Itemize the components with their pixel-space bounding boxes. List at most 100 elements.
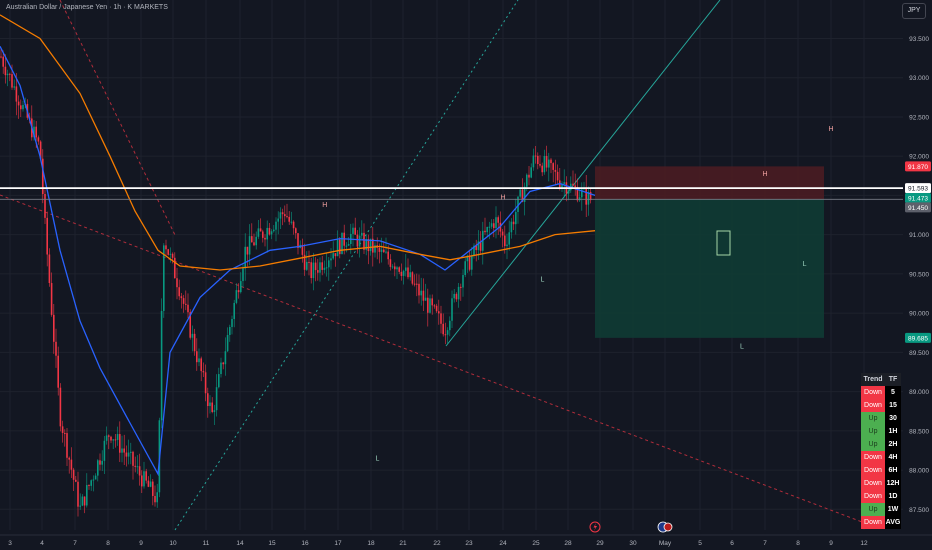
candle-body [486,226,488,233]
candle-body [15,86,18,102]
candle-body [574,185,576,188]
candle-body [4,66,7,76]
candle-body [438,311,440,314]
candle-body [532,155,535,168]
candle-body [231,319,233,327]
trend-value: Down [861,477,885,490]
candle-body [90,480,92,486]
candle-body [200,358,202,372]
candle-body [233,302,235,320]
candle-body [281,212,284,215]
take-profit-zone [595,199,824,338]
candle-body [554,169,557,172]
candle-body [431,298,433,306]
timeframe-value: AVG [885,516,901,529]
flag-icon [657,521,673,533]
candle-body [427,297,429,313]
candle-body [451,298,453,321]
candle-body [288,216,290,222]
candle-body [70,459,73,470]
candle-body [57,355,59,388]
candle-body [407,267,409,278]
candle-body [567,190,570,194]
time-tick-label: 24 [499,540,507,547]
candle-body [539,164,541,166]
candle-body [389,259,392,267]
candle-body [262,231,264,238]
time-tick-label: 7 [763,540,767,547]
timeframe-value: 12H [885,477,901,490]
candle-body [222,362,224,365]
time-tick-label: 30 [629,540,637,547]
candle-body [61,426,64,433]
candle-body [328,260,330,268]
candle-body [240,281,242,293]
candle-body [457,286,460,300]
swing-label: L [540,277,544,284]
candle-body [9,73,11,75]
candle-body [44,193,46,218]
candle-body [191,333,194,338]
candle-body [418,283,420,296]
candle-body [259,228,262,232]
candle-body [460,286,462,288]
trend-row: Down 6H [861,464,901,477]
candle-body [35,126,37,138]
time-tick-label: May [659,540,672,547]
candle-body [266,227,268,240]
candle-body [292,221,295,229]
candle-body [548,159,550,168]
candle-body [55,341,57,356]
timeframe-value: 1W [885,503,901,516]
timeframe-value: 30 [885,412,901,425]
swing-label: H [500,194,505,201]
price-tag-label: 91.473 [908,196,928,203]
candle-body [86,485,88,506]
time-tick-label: 7 [73,540,77,547]
candle-body [193,333,196,352]
candle-body [429,298,431,313]
candle-body [204,372,207,394]
trend-value: Down [861,464,885,477]
candle-body [543,155,546,173]
timeframe-value: 6H [885,464,901,477]
candle-body [563,182,565,184]
candle-body [508,232,510,245]
downtrend-line-steep [59,0,176,236]
candle-body [413,283,416,285]
candle-body [147,480,150,487]
timeframe-value: 1H [885,425,901,438]
candle-body [284,214,286,217]
candle-body [46,217,48,255]
candle-body [248,236,251,255]
time-axis: 3 4 7 8 9 10 11 14 15 16 17 18 21 22 23 24 25 28 29 30 May 5 6… [0,534,932,550]
candle-body [48,254,51,284]
candle-body [176,278,178,288]
candle-body [528,174,530,178]
candle-body [409,272,411,278]
price-chart[interactable]: HHHHLLLL 93.50093.00092.50092.00091.5009… [0,0,932,550]
candle-body [22,104,24,110]
candle-body [185,303,187,305]
candle-body [196,351,198,363]
candle-body [398,267,400,272]
time-tick-label: 18 [367,540,375,547]
time-tick-label: 22 [433,540,441,547]
candle-body [66,433,68,458]
candle-body [152,481,154,496]
price-tag-target: 89.685 [905,332,931,343]
candle-body [174,257,176,279]
candle-body [552,163,554,170]
candle-body [396,267,398,270]
candle-body [213,410,216,412]
time-tick-label: 11 [203,540,210,547]
candle-body [215,387,218,411]
candle-body [68,457,70,460]
candle-body [17,101,20,106]
currency-button[interactable]: JPY [902,3,926,19]
candle-body [123,448,125,453]
candle-body [334,253,337,257]
candle-body [347,244,350,246]
candle-body [202,371,205,373]
candle-body [323,267,326,270]
